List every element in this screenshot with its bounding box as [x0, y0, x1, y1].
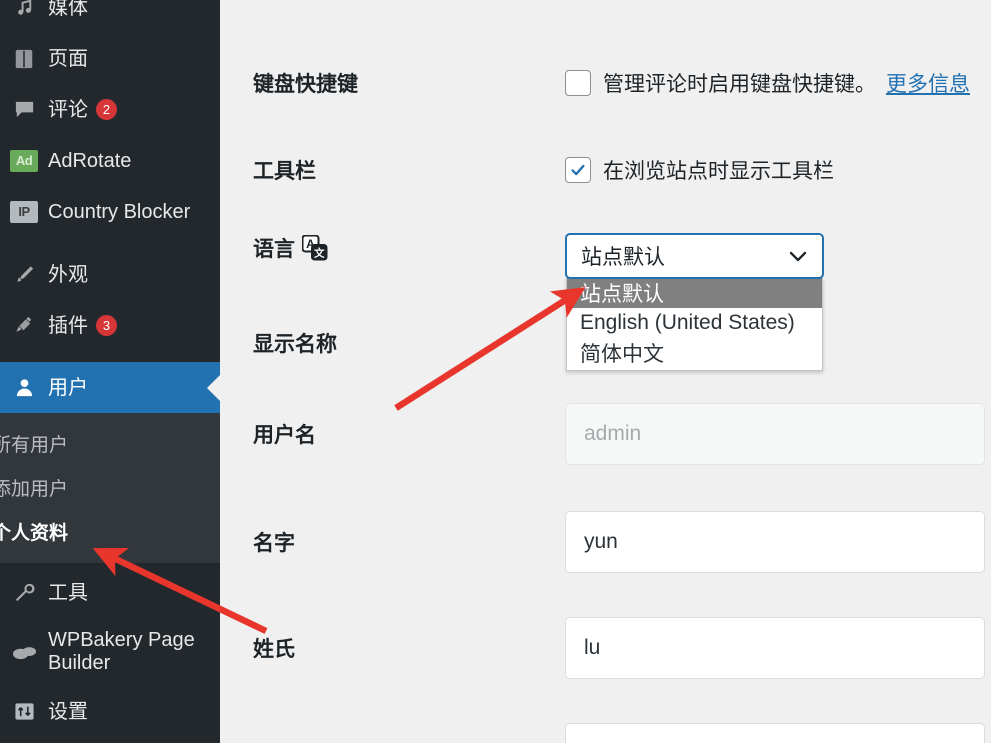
- sidebar-item-media[interactable]: 媒体: [0, 0, 220, 33]
- row-username: 用户名 admin: [220, 403, 991, 465]
- language-select-wrapper: 站点默认 站点默认 English (United States) 简体中文: [565, 233, 824, 371]
- more-info-link[interactable]: 更多信息: [886, 68, 970, 98]
- language-option-label: English (United States): [580, 311, 795, 334]
- sidebar-item-label: 外观: [48, 263, 88, 286]
- username-label: 用户名: [253, 424, 316, 447]
- username-input: admin: [565, 403, 985, 465]
- sidebar-item-wpbakery-page-builder[interactable]: WPBakery Page Builder: [0, 618, 220, 686]
- toolbar-checkbox[interactable]: [565, 157, 591, 183]
- sidebar-item-label: 评论: [48, 98, 88, 121]
- sidebar-item-all-users[interactable]: 所有用户: [0, 421, 220, 465]
- chevron-down-icon: [786, 244, 810, 268]
- media-icon: [8, 0, 40, 23]
- sidebar-item-label: 用户: [48, 376, 88, 399]
- sidebar-item-label: AdRotate: [48, 149, 132, 172]
- sidebar-item-settings[interactable]: 设置: [0, 686, 220, 737]
- row-first-name: 名字 yun: [220, 511, 991, 573]
- users-submenu: 所有用户 添加用户 个人资料: [0, 413, 220, 563]
- profile-form: 键盘快捷键 管理评论时启用键盘快捷键。 更多信息 工具栏 在浏览站点时显示工具栏…: [220, 0, 991, 743]
- comments-icon: [8, 95, 40, 125]
- language-label: 语言 A 文: [220, 233, 565, 263]
- keyboard-shortcuts-checkbox-label: 管理评论时启用键盘快捷键。: [603, 73, 876, 96]
- country-blocker-icon: IP: [8, 197, 40, 227]
- nickname-input[interactable]: [565, 723, 985, 743]
- submenu-item-label: 所有用户: [0, 434, 69, 456]
- sidebar-item-pages[interactable]: 页面: [0, 33, 220, 84]
- row-nickname: 昵称（必填）: [220, 723, 991, 743]
- row-language: 语言 A 文 站点默认 站点默认 English (United States)…: [220, 233, 991, 371]
- toolbar-checkbox-label: 在浏览站点时显示工具栏: [603, 160, 834, 183]
- nickname-label: 昵称（必填）: [220, 723, 565, 743]
- svg-text:文: 文: [313, 247, 325, 260]
- language-select[interactable]: 站点默认: [565, 233, 824, 279]
- language-option[interactable]: 站点默认: [567, 278, 822, 308]
- pages-icon: [8, 44, 40, 74]
- sidebar-item-adrotate[interactable]: Ad AdRotate: [0, 135, 220, 186]
- sidebar-item-label: 工具: [48, 581, 88, 604]
- sidebar-item-plugins[interactable]: 插件 3: [0, 300, 220, 351]
- admin-sidebar: 媒体 页面 评论 2 Ad AdRotate IP Country Blocke…: [0, 0, 220, 743]
- translate-icon: A 文: [302, 235, 328, 261]
- tools-icon: [8, 578, 40, 608]
- sidebar-item-add-user[interactable]: 添加用户: [0, 465, 220, 509]
- sidebar-item-label: WPBakery Page Builder: [48, 629, 195, 674]
- sidebar-item-label: 设置: [48, 700, 88, 723]
- toolbar-label: 工具栏: [253, 160, 316, 183]
- language-select-value: 站点默认: [581, 246, 665, 269]
- settings-icon: [8, 697, 40, 727]
- submenu-item-label: 个人资料: [0, 522, 69, 544]
- language-select-dropdown: 站点默认 English (United States) 简体中文: [566, 278, 823, 371]
- adrotate-icon: Ad: [8, 146, 40, 176]
- first-name-value: yun: [584, 530, 618, 553]
- sidebar-item-tools[interactable]: 工具: [0, 567, 220, 618]
- sidebar-item-label: Country Blocker: [48, 200, 191, 223]
- plugins-count-badge: 3: [96, 315, 117, 336]
- language-option[interactable]: 简体中文: [567, 338, 822, 368]
- row-last-name: 姓氏 lu: [220, 617, 991, 679]
- sidebar-item-comments[interactable]: 评论 2: [0, 84, 220, 135]
- first-name-label: 名字: [253, 532, 295, 555]
- display-name-label: 显示名称: [253, 333, 337, 356]
- sidebar-item-appearance[interactable]: 外观: [0, 249, 220, 300]
- language-option-label: 简体中文: [580, 343, 664, 366]
- wordpress-admin-screen: 媒体 页面 评论 2 Ad AdRotate IP Country Blocke…: [0, 0, 991, 743]
- submenu-item-label: 添加用户: [0, 478, 69, 500]
- row-keyboard-shortcuts: 键盘快捷键 管理评论时启用键盘快捷键。 更多信息: [220, 68, 991, 98]
- appearance-icon: [8, 260, 40, 290]
- username-value: admin: [584, 422, 642, 445]
- plugins-icon: [8, 311, 40, 341]
- keyboard-shortcuts-label: 键盘快捷键: [253, 73, 358, 96]
- wpbakery-icon: [8, 637, 40, 667]
- sidebar-item-label: 页面: [48, 47, 88, 70]
- comments-count-badge: 2: [96, 99, 117, 120]
- language-option-label: 站点默认: [580, 283, 664, 306]
- last-name-label: 姓氏: [253, 638, 295, 661]
- keyboard-shortcuts-checkbox[interactable]: [565, 70, 591, 96]
- language-label-text: 语言: [253, 238, 295, 261]
- users-icon: [8, 373, 40, 403]
- sidebar-item-country-blocker[interactable]: IP Country Blocker: [0, 186, 220, 237]
- row-toolbar: 工具栏 在浏览站点时显示工具栏: [220, 155, 991, 185]
- language-option[interactable]: English (United States): [567, 308, 822, 338]
- last-name-value: lu: [584, 636, 601, 659]
- sidebar-item-label: 媒体: [48, 0, 88, 19]
- sidebar-item-profile[interactable]: 个人资料: [0, 509, 220, 553]
- sidebar-item-users[interactable]: 用户: [0, 362, 220, 413]
- last-name-input[interactable]: lu: [565, 617, 985, 679]
- first-name-input[interactable]: yun: [565, 511, 985, 573]
- sidebar-item-label: 插件: [48, 314, 88, 337]
